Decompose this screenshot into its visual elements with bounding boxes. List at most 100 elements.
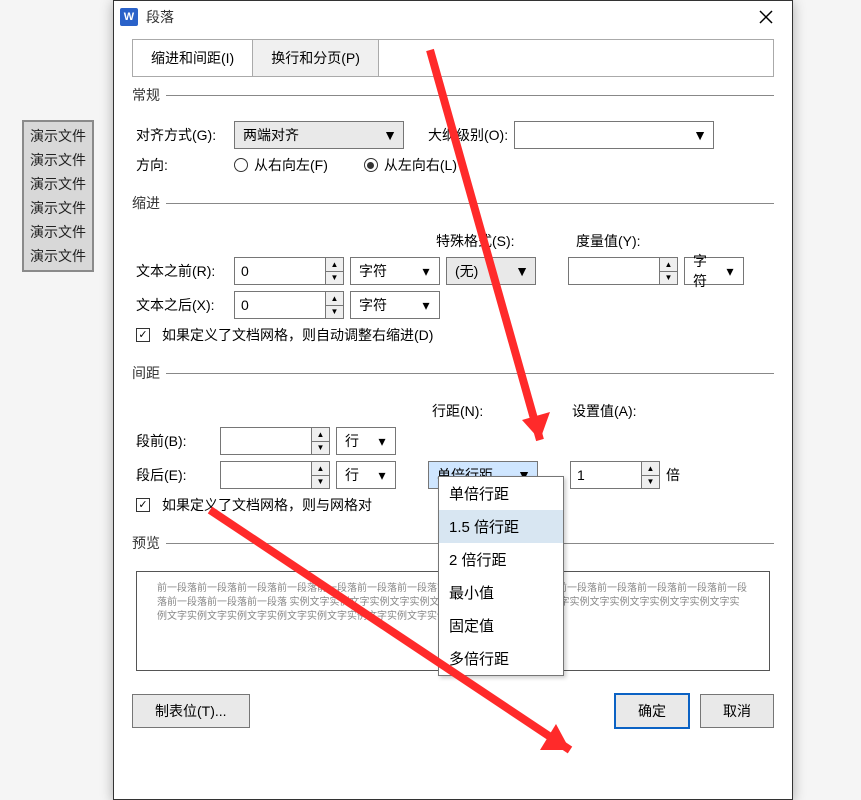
label-alignment: 对齐方式(G): bbox=[136, 125, 228, 145]
chevron-down-icon: ▾ bbox=[373, 467, 391, 484]
spin-up-icon[interactable]: ▲ bbox=[642, 462, 659, 476]
set-value-unit: 倍 bbox=[666, 465, 680, 485]
outline-level-combo[interactable]: ▼ bbox=[514, 121, 714, 149]
indent-unit-combo-2[interactable]: 字符▾ bbox=[350, 291, 440, 319]
close-button[interactable] bbox=[746, 3, 786, 31]
set-value-spinner[interactable]: 1 ▲▼ bbox=[570, 461, 660, 489]
special-format-value: (无) bbox=[451, 261, 513, 281]
dropdown-item[interactable]: 最小值 bbox=[439, 576, 563, 609]
text-after-spinner[interactable]: 0 ▲▼ bbox=[234, 291, 344, 319]
alignment-value: 两端对齐 bbox=[239, 125, 381, 145]
chevron-down-icon: ▾ bbox=[417, 297, 435, 314]
label-text-before: 文本之前(R): bbox=[136, 261, 228, 281]
spin-up-icon[interactable]: ▲ bbox=[312, 462, 329, 476]
legend-preview: 预览 bbox=[132, 533, 166, 553]
bg-item: 演示文件 bbox=[24, 124, 92, 148]
app-logo-icon: W bbox=[120, 8, 138, 26]
spin-up-icon[interactable]: ▲ bbox=[326, 258, 343, 272]
special-format-combo[interactable]: (无)▼ bbox=[446, 257, 536, 285]
dropdown-item[interactable]: 1.5 倍行距 bbox=[439, 510, 563, 543]
radio-rtl[interactable]: 从右向左(F) bbox=[234, 155, 328, 175]
measure-spinner[interactable]: ▲▼ bbox=[568, 257, 678, 285]
measure-value bbox=[569, 258, 659, 284]
spin-up-icon[interactable]: ▲ bbox=[312, 428, 329, 442]
legend-indent: 缩进 bbox=[132, 193, 166, 213]
text-before-spinner[interactable]: 0 ▲▼ bbox=[234, 257, 344, 285]
bg-item: 演示文件 bbox=[24, 172, 92, 196]
spacing-grid-checkbox[interactable] bbox=[136, 498, 150, 512]
tab-line-page-breaks[interactable]: 换行和分页(P) bbox=[253, 40, 379, 76]
radio-ltr-label: 从左向右(L) bbox=[384, 155, 457, 175]
measure-unit: 字符 bbox=[689, 251, 721, 291]
cancel-button[interactable]: 取消 bbox=[700, 694, 774, 728]
spin-down-icon[interactable]: ▼ bbox=[660, 272, 677, 285]
radio-icon bbox=[234, 158, 248, 172]
section-indent: 缩进 特殊格式(S): 度量值(Y): 文本之前(R): 0 ▲▼ 字符▾ (无… bbox=[132, 193, 774, 355]
tabs-button[interactable]: 制表位(T)... bbox=[132, 694, 250, 728]
radio-icon bbox=[364, 158, 378, 172]
space-unit-2: 行 bbox=[341, 465, 373, 485]
label-outline-level: 大纲级别(O): bbox=[428, 125, 508, 145]
spin-up-icon[interactable]: ▲ bbox=[660, 258, 677, 272]
label-line-spacing: 行距(N): bbox=[432, 401, 572, 421]
background-file-list: 演示文件 演示文件 演示文件 演示文件 演示文件 演示文件 bbox=[22, 120, 94, 272]
legend-spacing: 间距 bbox=[132, 363, 166, 383]
indent-unit: 字符 bbox=[355, 261, 417, 281]
ok-button[interactable]: 确定 bbox=[614, 693, 690, 729]
chevron-down-icon: ▼ bbox=[691, 127, 709, 143]
titlebar: W 段落 bbox=[114, 1, 792, 33]
text-before-value: 0 bbox=[235, 258, 325, 284]
chevron-down-icon: ▾ bbox=[373, 433, 391, 450]
dropdown-item[interactable]: 2 倍行距 bbox=[439, 543, 563, 576]
tab-indent-spacing[interactable]: 缩进和间距(I) bbox=[133, 40, 253, 76]
measure-unit-combo[interactable]: 字符▾ bbox=[684, 257, 744, 285]
label-direction: 方向: bbox=[136, 155, 228, 175]
chevron-down-icon: ▼ bbox=[381, 127, 399, 143]
label-space-before: 段前(B): bbox=[136, 431, 214, 451]
space-after-spinner[interactable]: ▲▼ bbox=[220, 461, 330, 489]
indent-unit-2: 字符 bbox=[355, 295, 417, 315]
spin-down-icon[interactable]: ▼ bbox=[326, 272, 343, 285]
space-unit-after[interactable]: 行▾ bbox=[336, 461, 396, 489]
indent-unit-combo[interactable]: 字符▾ bbox=[350, 257, 440, 285]
space-after-value bbox=[221, 462, 311, 488]
indent-grid-checkbox[interactable] bbox=[136, 328, 150, 342]
chevron-down-icon: ▼ bbox=[513, 263, 531, 279]
line-spacing-dropdown: 单倍行距 1.5 倍行距 2 倍行距 最小值 固定值 多倍行距 bbox=[438, 476, 564, 676]
label-text-after: 文本之后(X): bbox=[136, 295, 228, 315]
text-after-value: 0 bbox=[235, 292, 325, 318]
bg-item: 演示文件 bbox=[24, 148, 92, 172]
chevron-down-icon: ▾ bbox=[417, 263, 435, 280]
radio-rtl-label: 从右向左(F) bbox=[254, 155, 328, 175]
set-value: 1 bbox=[571, 462, 641, 488]
radio-ltr[interactable]: 从左向右(L) bbox=[364, 155, 457, 175]
space-unit: 行 bbox=[341, 431, 373, 451]
spin-down-icon[interactable]: ▼ bbox=[312, 476, 329, 489]
close-icon bbox=[759, 10, 773, 24]
dropdown-item[interactable]: 单倍行距 bbox=[439, 477, 563, 510]
legend-general: 常规 bbox=[132, 85, 166, 105]
indent-grid-label: 如果定义了文档网格，则自动调整右缩进(D) bbox=[162, 325, 433, 345]
dropdown-item[interactable]: 多倍行距 bbox=[439, 642, 563, 675]
paragraph-dialog: W 段落 缩进和间距(I) 换行和分页(P) 常规 对齐方式(G): 两端对齐 … bbox=[113, 0, 793, 800]
dropdown-item[interactable]: 固定值 bbox=[439, 609, 563, 642]
space-unit-before[interactable]: 行▾ bbox=[336, 427, 396, 455]
label-space-after: 段后(E): bbox=[136, 465, 214, 485]
spin-up-icon[interactable]: ▲ bbox=[326, 292, 343, 306]
section-general: 常规 对齐方式(G): 两端对齐 ▼ 大纲级别(O): ▼ 方向: 从右向左( bbox=[132, 85, 774, 185]
spin-down-icon[interactable]: ▼ bbox=[642, 476, 659, 489]
spin-down-icon[interactable]: ▼ bbox=[312, 442, 329, 455]
bg-item: 演示文件 bbox=[24, 196, 92, 220]
dialog-title: 段落 bbox=[146, 7, 746, 27]
space-before-spinner[interactable]: ▲▼ bbox=[220, 427, 330, 455]
label-set-value: 设置值(A): bbox=[572, 401, 637, 421]
tab-strip: 缩进和间距(I) 换行和分页(P) bbox=[132, 39, 774, 77]
space-before-value bbox=[221, 428, 311, 454]
label-special-format: 特殊格式(S): bbox=[436, 231, 576, 251]
label-measure-value: 度量值(Y): bbox=[576, 231, 716, 251]
chevron-down-icon: ▾ bbox=[721, 263, 739, 280]
spin-down-icon[interactable]: ▼ bbox=[326, 306, 343, 319]
bg-item: 演示文件 bbox=[24, 244, 92, 268]
alignment-combo[interactable]: 两端对齐 ▼ bbox=[234, 121, 404, 149]
bg-item: 演示文件 bbox=[24, 220, 92, 244]
